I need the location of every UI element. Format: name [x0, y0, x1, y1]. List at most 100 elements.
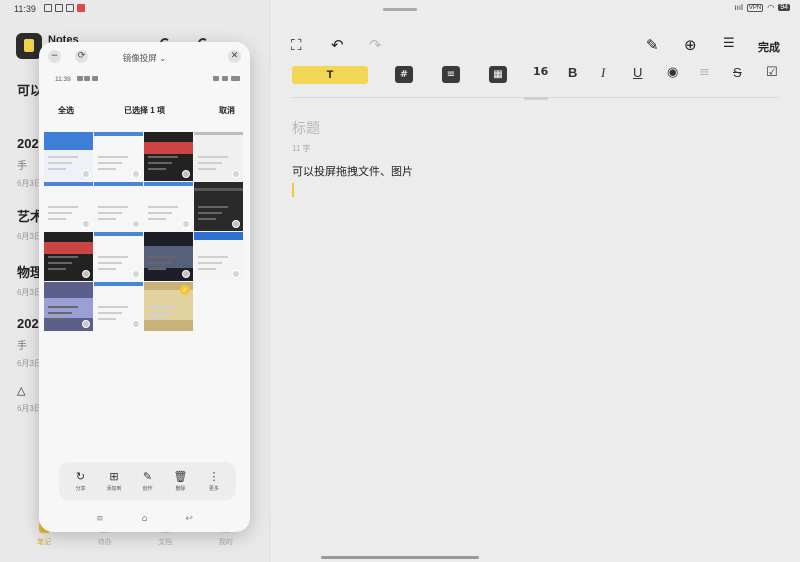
redo-icon[interactable]: ↷ — [369, 36, 382, 54]
photo-thumbnail[interactable] — [144, 182, 193, 231]
tablet-screen: Notes 可以 202 手 6月3日 艺术 6月3日 物理 6月3日 202 … — [0, 0, 800, 562]
thumbnail-line — [148, 156, 178, 158]
photo-thumbnail[interactable] — [44, 282, 93, 331]
thumbnail-content — [44, 132, 93, 150]
thumbnail-content — [144, 142, 193, 154]
checkbox-icon[interactable]: ☑ — [766, 65, 778, 80]
select-circle-icon[interactable] — [182, 270, 190, 278]
list-icon[interactable]: ≡ — [442, 66, 460, 83]
photo-thumbnail[interactable] — [94, 132, 143, 181]
select-circle-icon[interactable] — [82, 320, 90, 328]
note-body-text[interactable]: 可以投屏拖拽文件、图片 — [292, 163, 413, 179]
mirror-window-title[interactable]: 镜像投屏 ⌄ — [39, 52, 250, 64]
photo-thumbnail[interactable] — [144, 132, 193, 181]
bold-button[interactable]: B — [568, 65, 577, 80]
select-circle-icon[interactable] — [132, 270, 140, 278]
thumbnail-line — [198, 262, 222, 264]
photo-thumbnail[interactable] — [194, 132, 243, 181]
thumbnail-line — [198, 212, 222, 214]
phone-notification-icon — [84, 76, 91, 81]
add-icon[interactable]: ⊕ — [684, 36, 697, 54]
thumbnail-content — [144, 182, 193, 186]
strikethrough-button[interactable]: S — [733, 65, 742, 80]
vpn-badge: VPN — [746, 3, 764, 12]
more-icon: ⋮ — [208, 469, 220, 483]
thumbnail-line — [198, 168, 216, 170]
photo-thumbnail[interactable] — [194, 182, 243, 231]
toolbar-collapse-handle[interactable] — [524, 97, 548, 100]
photo-thumbnail[interactable] — [94, 282, 143, 331]
screen-mirror-window[interactable]: − ⟳ 镜像投屏 ⌄ ✕ 11:39 全选 已选择 1 项 取消 ✓ ↻ 分享 ⊞… — [39, 42, 250, 532]
photo-thumbnail[interactable] — [194, 232, 243, 281]
more-button[interactable]: ⋮ 更多 — [208, 469, 220, 492]
phone-battery-icon — [231, 76, 240, 81]
text-style-button[interactable]: T — [292, 66, 368, 84]
thumbnail-line — [48, 212, 72, 214]
fullscreen-icon[interactable]: ⛶ — [291, 36, 302, 54]
trash-icon: 🗑 — [173, 469, 188, 483]
multiwindow-handle[interactable] — [383, 8, 417, 11]
color-picker-icon[interactable]: ◉ — [667, 65, 678, 80]
select-circle-icon[interactable] — [132, 170, 140, 178]
menu-icon[interactable]: ≡ — [96, 514, 104, 524]
select-circle-icon[interactable] — [132, 320, 140, 328]
select-circle-icon[interactable] — [82, 170, 90, 178]
photo-thumbnail[interactable] — [44, 132, 93, 181]
phone-notification-icon — [92, 76, 99, 81]
delete-button[interactable]: 🗑 删除 — [173, 469, 188, 492]
select-circle-icon[interactable] — [232, 270, 240, 278]
underline-button[interactable]: U — [633, 65, 642, 80]
add-to-button[interactable]: ⊞ 添加到 — [106, 469, 121, 492]
thumbnail-line — [98, 312, 122, 314]
select-circle-icon[interactable] — [82, 270, 90, 278]
italic-button[interactable]: I — [601, 65, 605, 81]
photo-thumbnail[interactable] — [44, 182, 93, 231]
note-title-input[interactable]: 标题 — [292, 118, 320, 138]
settings-sliders-icon[interactable]: ☰ — [723, 36, 735, 51]
photo-thumbnail[interactable]: ✓ — [144, 282, 193, 331]
select-circle-icon[interactable] — [232, 220, 240, 228]
done-button[interactable]: 完成 — [758, 39, 780, 55]
close-icon[interactable]: ✕ — [228, 50, 241, 63]
create-button[interactable]: ✎ 创作 — [142, 469, 153, 492]
heading-icon[interactable]: # — [395, 66, 413, 83]
photo-thumbnail[interactable] — [44, 232, 93, 281]
add-to-icon: ⊞ — [109, 469, 119, 483]
thumbnail-line — [48, 156, 78, 158]
phone-signal-icon — [213, 76, 219, 81]
back-icon[interactable]: ↩ — [185, 514, 193, 524]
cancel-button[interactable]: 取消 — [219, 105, 235, 116]
mirror-window-header[interactable]: − ⟳ 镜像投屏 ⌄ ✕ — [39, 42, 250, 70]
thumbnail-line — [148, 318, 166, 320]
select-circle-icon[interactable] — [232, 170, 240, 178]
align-icon[interactable]: ≡ — [699, 65, 710, 80]
font-size-button[interactable]: 16 — [533, 65, 548, 78]
thumbnail-line — [48, 318, 66, 320]
thumbnail-content — [94, 232, 143, 236]
photo-thumbnail[interactable] — [94, 232, 143, 281]
select-circle-icon[interactable] — [82, 220, 90, 228]
photo-thumbnail[interactable] — [144, 232, 193, 281]
thumbnail-line — [148, 268, 166, 270]
pen-icon[interactable]: ✎ — [646, 36, 659, 54]
thumbnail-line — [48, 218, 66, 220]
phone-status-right — [213, 76, 240, 81]
status-time: 11:39 — [14, 4, 36, 14]
thumbnail-content — [194, 188, 243, 191]
select-circle-icon[interactable] — [132, 220, 140, 228]
home-indicator[interactable] — [321, 556, 479, 559]
selected-check-icon[interactable]: ✓ — [180, 285, 190, 295]
photo-thumbnail[interactable] — [94, 182, 143, 231]
home-icon[interactable]: ⌂ — [142, 514, 148, 524]
thumbnail-line — [98, 256, 128, 258]
thumbnail-content — [94, 132, 143, 136]
thumbnail-line — [98, 206, 128, 208]
select-circle-icon[interactable] — [182, 170, 190, 178]
undo-icon[interactable]: ↶ — [331, 36, 344, 54]
phone-nav-bar: ≡ ⌂ ↩ — [39, 514, 250, 524]
share-button[interactable]: ↻ 分享 — [75, 470, 85, 492]
table-icon[interactable]: ▦ — [489, 66, 507, 83]
select-circle-icon[interactable] — [182, 220, 190, 228]
thumbnail-content — [44, 298, 93, 318]
edit-icon: ✎ — [142, 469, 153, 483]
